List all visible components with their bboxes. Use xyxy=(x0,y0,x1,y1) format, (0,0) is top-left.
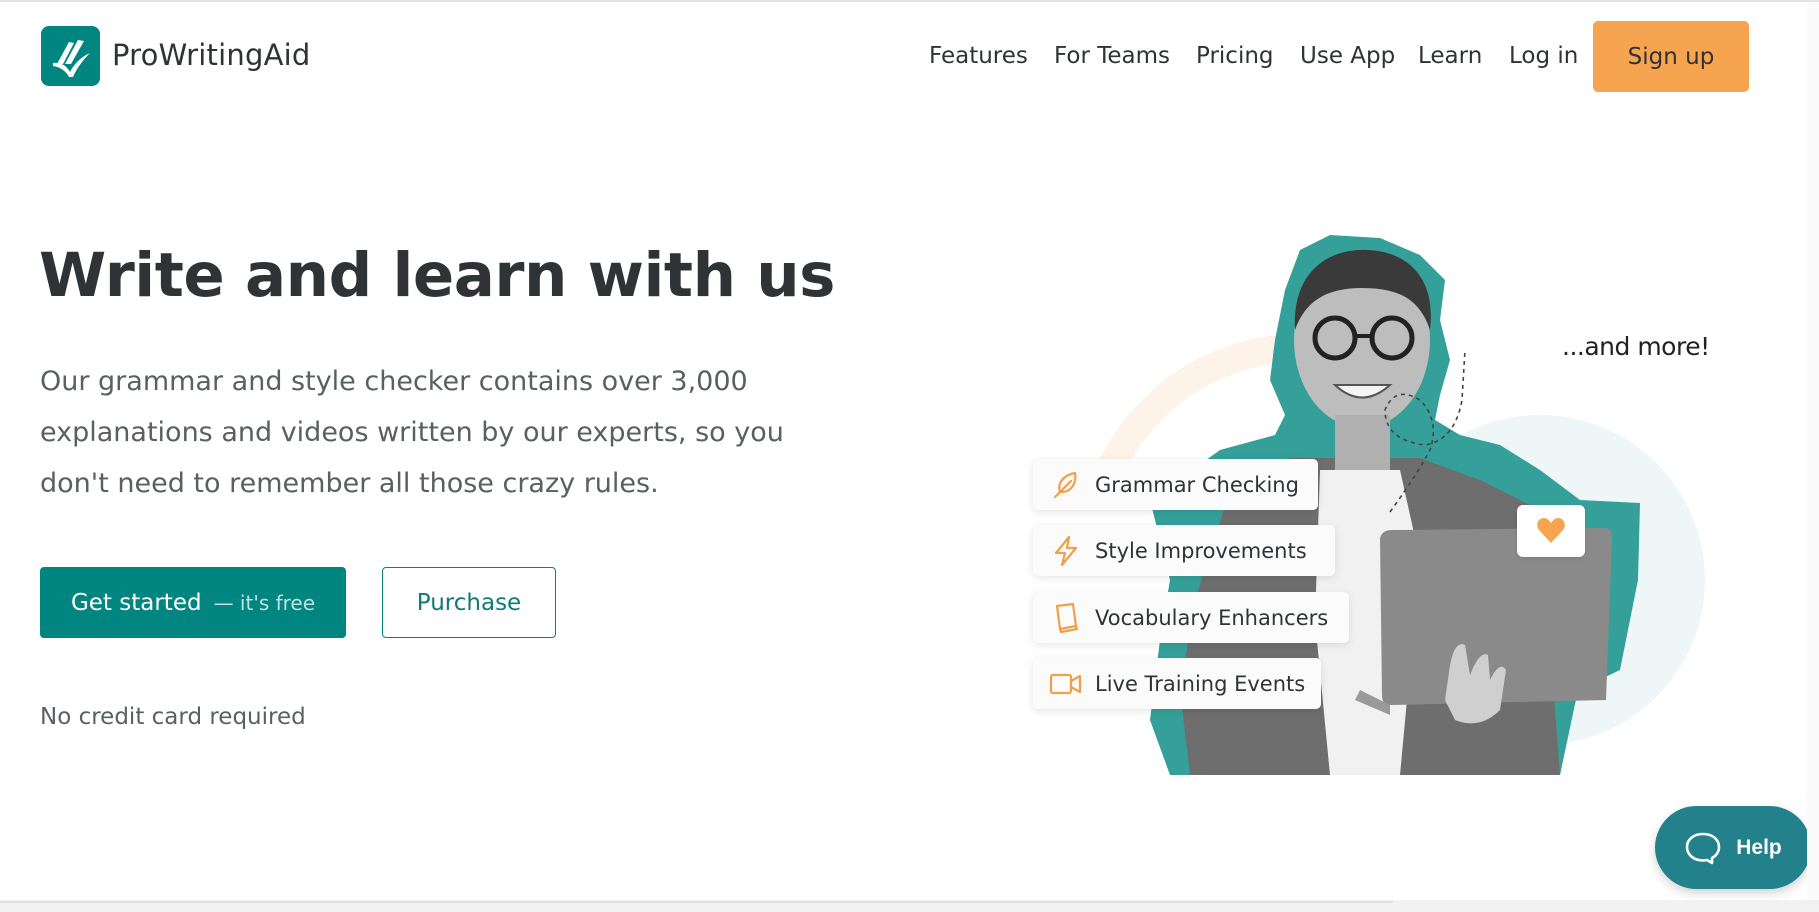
feature-card-style: Style Improvements xyxy=(1033,525,1335,576)
lightning-icon xyxy=(1049,534,1083,568)
feature-card-training: Live Training Events xyxy=(1033,658,1321,709)
feature-label: Grammar Checking xyxy=(1095,472,1299,497)
hero-description: Our grammar and style checker contains o… xyxy=(40,366,784,499)
feather-icon xyxy=(1049,468,1083,502)
help-label: Help xyxy=(1736,835,1782,859)
sign-up-button[interactable]: Sign up xyxy=(1593,21,1749,92)
feature-label: Live Training Events xyxy=(1095,671,1306,696)
nav-features[interactable]: Features xyxy=(929,43,1028,69)
nav-use-app[interactable]: Use App xyxy=(1300,43,1395,69)
get-started-sublabel: — it's free xyxy=(213,590,316,615)
feature-card-vocabulary: Vocabulary Enhancers xyxy=(1033,592,1349,643)
feature-label: Vocabulary Enhancers xyxy=(1095,605,1329,630)
help-button[interactable]: Help xyxy=(1655,806,1811,889)
no-credit-card-note: No credit card required xyxy=(40,704,306,730)
nav-learn[interactable]: Learn xyxy=(1418,43,1482,69)
feature-label: Style Improvements xyxy=(1095,538,1307,563)
heart-badge xyxy=(1517,505,1585,557)
heart-icon xyxy=(1537,518,1565,543)
and-more-annotation: ...and more! xyxy=(1562,332,1710,361)
chat-bubble-icon xyxy=(1685,832,1721,864)
vertical-scrollbar[interactable] xyxy=(1807,2,1819,900)
feature-card-grammar: Grammar Checking xyxy=(1033,459,1318,510)
logo-icon[interactable] xyxy=(41,26,100,86)
get-started-button[interactable]: Get started — it's free xyxy=(40,567,346,638)
nav-log-in[interactable]: Log in xyxy=(1509,43,1578,69)
video-camera-icon xyxy=(1049,667,1083,701)
site-header: ProWritingAid Features For Teams Pricing… xyxy=(0,2,1807,110)
horizontal-scrollbar-thumb[interactable] xyxy=(0,901,1393,903)
page-title: Write and learn with us xyxy=(39,240,835,311)
nav-for-teams[interactable]: For Teams xyxy=(1054,43,1170,69)
nav-pricing[interactable]: Pricing xyxy=(1196,43,1274,69)
purchase-button[interactable]: Purchase xyxy=(382,567,556,638)
get-started-label: Get started xyxy=(70,589,202,616)
person-neck xyxy=(1335,415,1390,470)
brand-name[interactable]: ProWritingAid xyxy=(112,38,310,72)
book-icon xyxy=(1049,601,1083,635)
